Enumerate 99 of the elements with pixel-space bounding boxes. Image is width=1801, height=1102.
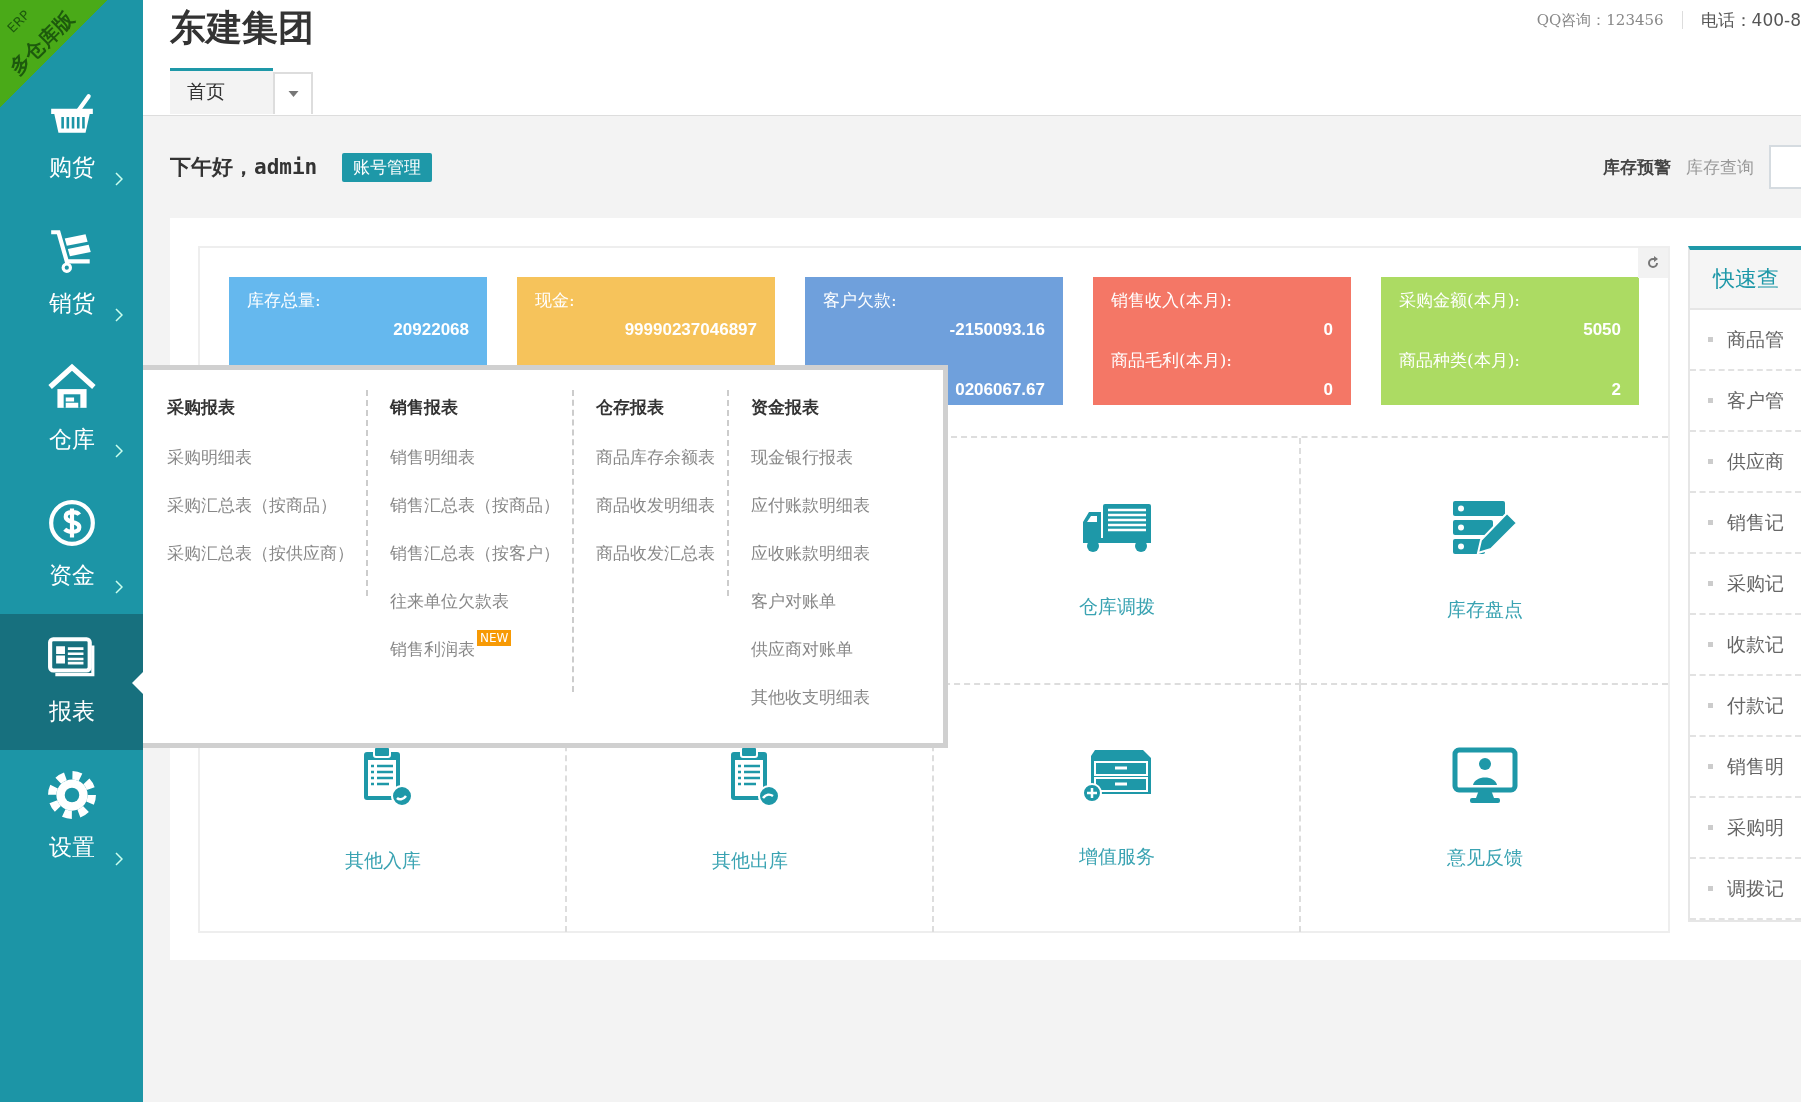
tile-label: 其他入库	[344, 847, 421, 873]
menu-item[interactable]: 销售明细表	[390, 446, 475, 469]
menu-item[interactable]: 商品库存余额表	[596, 446, 715, 469]
quick-link[interactable]: 客户管	[1727, 387, 1784, 414]
contact-text: QQ咨询：123456	[1536, 10, 1664, 30]
menu-item[interactable]: 供应商对账单	[751, 638, 853, 661]
quick-link[interactable]: 调拨记	[1727, 875, 1784, 902]
link[interactable]: 库存预警	[1603, 155, 1671, 179]
stat-value: 20922068	[393, 320, 469, 339]
account-button[interactable]: 账号管理	[342, 152, 433, 182]
stat-label: 商品种类(本月):	[1399, 350, 1520, 370]
sidebar-label: 报表	[48, 697, 95, 726]
quick-link[interactable]: 付款记	[1727, 692, 1784, 719]
stat-value: 5050	[1583, 320, 1621, 339]
monitor-user-icon	[1451, 746, 1518, 805]
stat-value: -2150093.16	[949, 320, 1045, 339]
sidebar-item[interactable]: 设置	[0, 750, 143, 886]
company-title: 东建集团	[170, 6, 314, 50]
bullet-icon	[1708, 886, 1713, 891]
quick-link[interactable]: 销售明	[1727, 753, 1784, 780]
sidebar-label: 购货	[48, 153, 95, 182]
stat-label: 采购金额(本月):	[1399, 290, 1520, 310]
sidebar-item[interactable]: 资金	[0, 478, 143, 614]
server-edit-icon	[1450, 498, 1519, 557]
bullet-icon	[1708, 459, 1713, 464]
bullet-icon	[1708, 520, 1713, 525]
menu-item[interactable]: 应付账款明细表	[751, 494, 870, 517]
quick-link[interactable]: 供应商	[1727, 448, 1784, 475]
bullet-icon	[1708, 642, 1713, 647]
search-field[interactable]	[1769, 145, 1801, 189]
sidebar-label: 设置	[48, 833, 95, 862]
sidebar-item[interactable]: 销货	[0, 206, 143, 342]
chevron-icon	[115, 852, 123, 866]
bullet-icon	[1708, 764, 1713, 769]
greeting-text: 下午好，admin	[170, 154, 318, 181]
quick-link[interactable]: 采购记	[1727, 570, 1784, 597]
link[interactable]: 库存查询	[1686, 155, 1754, 179]
quick-link[interactable]: 商品管	[1727, 326, 1784, 353]
menu-item[interactable]: 商品收发明细表	[596, 494, 715, 517]
stat-label: 现金:	[535, 290, 575, 310]
sidebar-label: 资金	[48, 561, 95, 590]
menu-item[interactable]: 商品收发汇总表	[596, 542, 715, 565]
shortcut-tile[interactable]: 意见反馈	[1301, 685, 1668, 932]
menu-item[interactable]: 销售利润表	[390, 638, 475, 661]
menu-heading: 仓存报表	[596, 396, 665, 419]
menu-item[interactable]: 销售汇总表（按商品）	[390, 494, 560, 517]
stat-value: 99990237046897	[624, 320, 757, 339]
chevron-icon	[115, 580, 123, 594]
bullet-icon	[1708, 337, 1713, 342]
tab[interactable]: 首页	[170, 68, 273, 114]
chevron-icon	[115, 444, 123, 458]
menu-item[interactable]: 采购明细表	[167, 446, 252, 469]
stat-label: 库存总量:	[247, 290, 321, 310]
stat-value: 2	[1611, 380, 1621, 399]
menu-item[interactable]: 采购汇总表（按商品）	[167, 494, 337, 517]
settings-icon	[46, 770, 97, 820]
stat-label: 销售收入(本月):	[1111, 290, 1232, 310]
menu-item[interactable]: 其他收支明细表	[751, 686, 870, 709]
tile-label: 库存盘点	[1446, 596, 1523, 622]
sidebar-label: 仓库	[48, 425, 95, 454]
bullet-icon	[1708, 398, 1713, 403]
dollar-icon	[46, 498, 97, 548]
menu-item[interactable]: 采购汇总表（按供应商）	[167, 542, 354, 565]
menu-item[interactable]: 销售汇总表（按客户）	[390, 542, 560, 565]
tile-label: 增值服务	[1078, 843, 1155, 869]
tile-label: 意见反馈	[1446, 844, 1523, 870]
menu-item[interactable]: 应收账款明细表	[751, 542, 870, 565]
tabs-dropdown-button[interactable]	[273, 72, 313, 114]
panel-title: 快速查	[1713, 265, 1779, 293]
bullet-icon	[1708, 703, 1713, 708]
stat-value: 0	[1323, 320, 1333, 339]
quick-link[interactable]: 销售记	[1727, 509, 1784, 536]
stat-value: 0	[1323, 380, 1333, 399]
menu-item[interactable]: 现金银行报表	[751, 446, 853, 469]
menu-item[interactable]: 客户对账单	[751, 590, 836, 613]
tile-label: 其他出库	[711, 847, 788, 873]
chevron-icon	[115, 308, 123, 322]
contact-text: 电话：400-8	[1700, 8, 1801, 32]
stat-value: 0206067.67	[955, 380, 1045, 399]
quick-link[interactable]: 采购明	[1727, 814, 1784, 841]
sidebar-label: 销货	[48, 289, 95, 318]
chevron-icon	[115, 172, 123, 186]
menu-item[interactable]: 往来单位欠款表	[390, 590, 509, 613]
menu-heading: 采购报表	[167, 396, 236, 419]
stat-label: 客户欠款:	[823, 290, 897, 310]
menu-heading: 销售报表	[390, 396, 459, 419]
sidebar-item[interactable]: 报表	[0, 614, 143, 750]
caret-icon	[287, 91, 299, 97]
stat-label: 商品毛利(本月):	[1111, 350, 1232, 370]
sidebar-item[interactable]: 仓库	[0, 342, 143, 478]
new-badge: NEW	[477, 630, 512, 646]
quick-link[interactable]: 收款记	[1727, 631, 1784, 658]
menu-heading: 资金报表	[751, 396, 820, 419]
bullet-icon	[1708, 825, 1713, 830]
bullet-icon	[1708, 581, 1713, 586]
refresh-icon[interactable]	[1638, 248, 1668, 278]
truck-icon	[1080, 501, 1153, 554]
shortcut-tile[interactable]: 库存盘点	[1301, 438, 1668, 685]
tile-label: 仓库调拨	[1078, 593, 1155, 619]
